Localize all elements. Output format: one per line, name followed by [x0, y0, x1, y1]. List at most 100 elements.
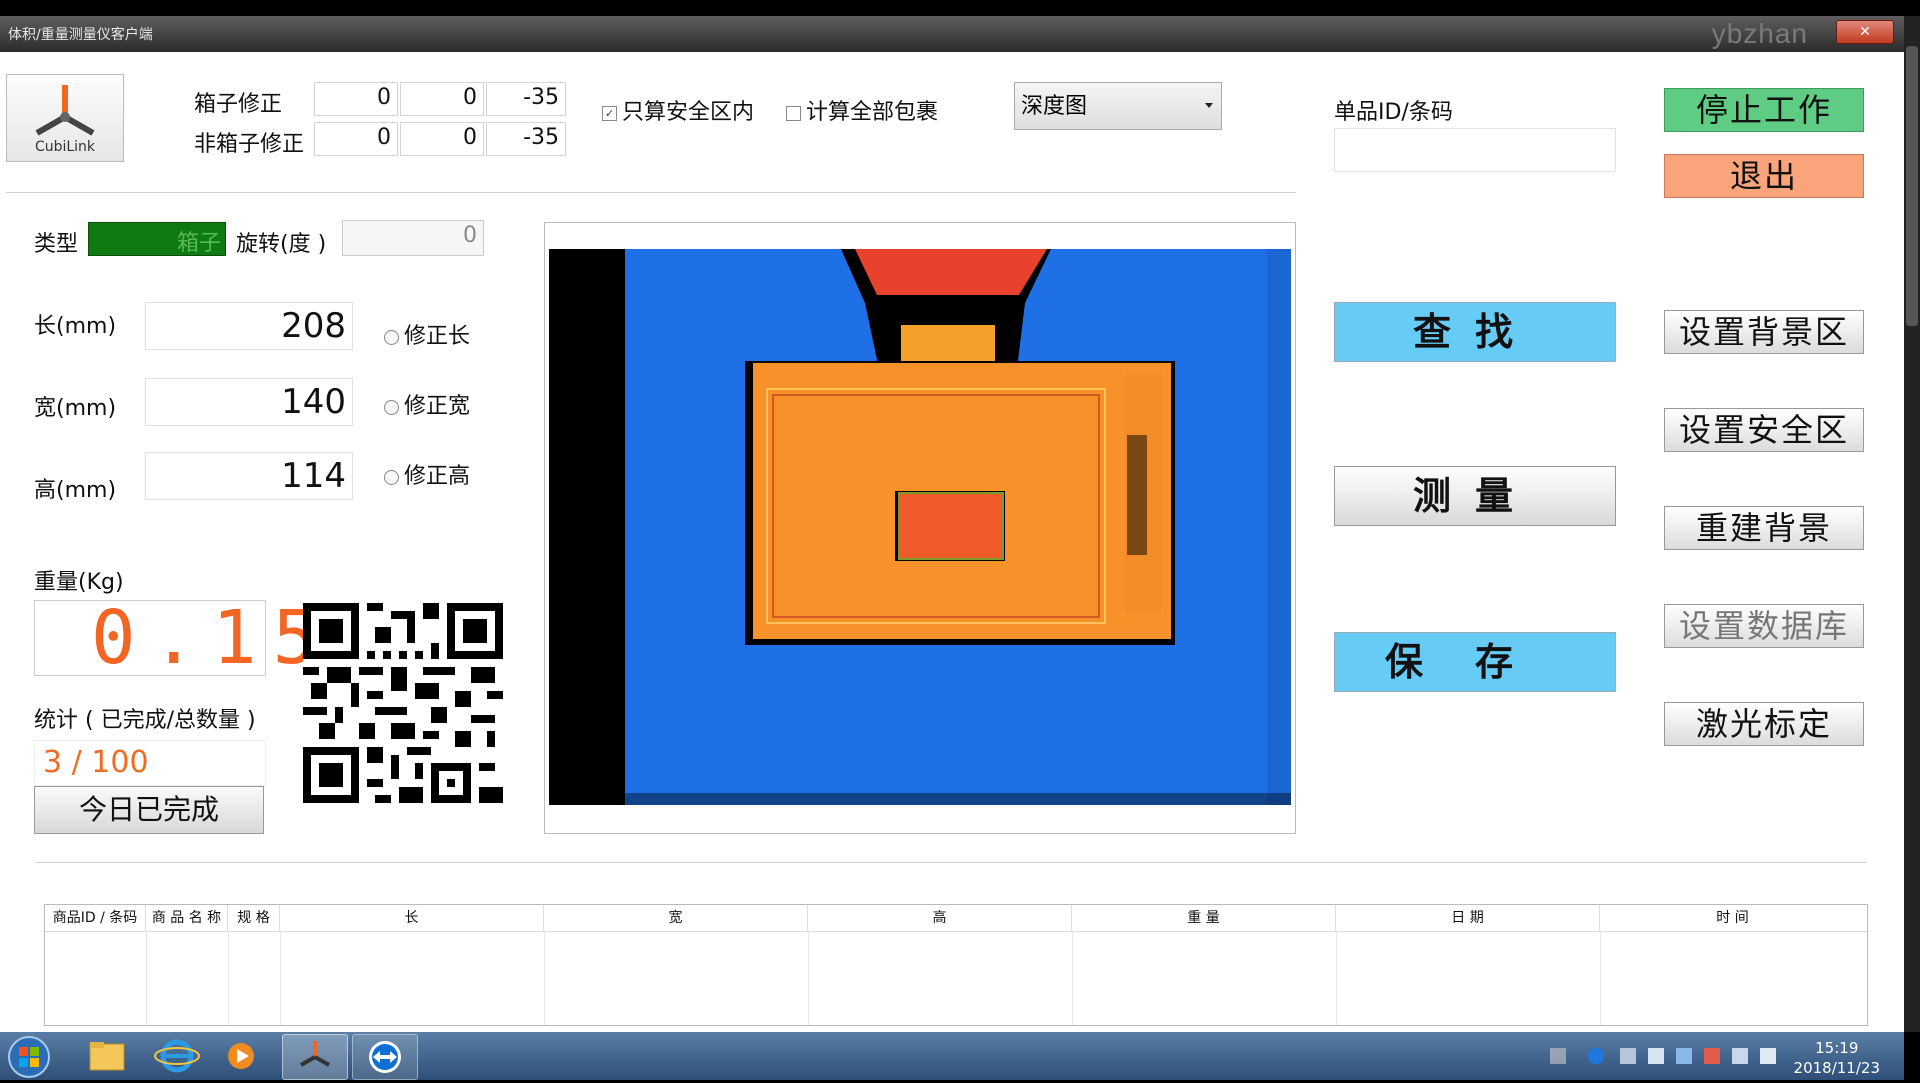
tools-icon[interactable] — [1620, 1048, 1636, 1064]
depth-image-panel — [544, 222, 1296, 834]
weight-value: 0.15 — [91, 595, 334, 681]
fix-width-radio[interactable]: 修正宽 — [384, 388, 470, 420]
set-background-button[interactable]: 设置背景区 — [1664, 310, 1864, 354]
all-packages-checkbox[interactable]: 计算全部包裹 — [786, 94, 938, 126]
find-button[interactable]: 查找 — [1334, 302, 1616, 362]
checkbox-checked-icon: ✓ — [602, 105, 617, 121]
speaker-icon[interactable] — [1648, 1048, 1664, 1064]
box-correction-y[interactable]: 0 — [400, 82, 484, 116]
type-badge: 箱子 — [88, 222, 226, 256]
fix-length-label: 修正长 — [404, 324, 471, 349]
stop-work-button[interactable]: 停止工作 — [1664, 88, 1864, 132]
column-header[interactable]: 日 期 — [1336, 905, 1600, 931]
column-header[interactable]: 商 品 名 称 — [146, 905, 228, 931]
item-id-label: 单品ID/条码 — [1334, 100, 1453, 125]
stats-value: 3 / 100 — [43, 745, 149, 780]
cubilink-logo-button[interactable]: CubiLink — [6, 74, 124, 162]
radio-icon — [384, 329, 399, 345]
teamviewer-icon[interactable] — [1588, 1048, 1604, 1064]
save-button[interactable]: 保存 — [1334, 632, 1616, 692]
radio-icon — [384, 399, 399, 415]
close-button[interactable]: ✕ — [1836, 20, 1894, 44]
column-header[interactable]: 长 — [280, 905, 544, 931]
rebuild-background-button[interactable]: 重建背景 — [1664, 506, 1864, 550]
column-divider — [1336, 931, 1337, 1025]
weight-display: 0.15 — [34, 595, 317, 681]
measure-button[interactable]: 测量 — [1334, 466, 1616, 526]
column-divider — [228, 931, 229, 1025]
fix-height-label: 修正高 — [404, 464, 471, 489]
column-header[interactable]: 高 — [808, 905, 1072, 931]
width-field[interactable]: 140 — [145, 378, 353, 426]
height-label: 高(mm) — [34, 478, 117, 503]
all-packages-label: 计算全部包裹 — [806, 100, 939, 125]
watermark: ybzhan — [1711, 18, 1808, 49]
taskbar-app-cubilink[interactable] — [282, 1034, 348, 1080]
monitor-icon[interactable] — [1676, 1048, 1692, 1064]
nonbox-correction-z[interactable]: -35 — [486, 122, 566, 156]
cubilink-logo-icon — [300, 1041, 330, 1067]
logo-label: CubiLink — [34, 139, 96, 155]
view-mode-select[interactable]: 深度图 — [1014, 82, 1222, 130]
view-mode-value: 深度图 — [1021, 94, 1088, 119]
column-divider — [1072, 931, 1073, 1025]
column-divider — [146, 931, 147, 1025]
safe-zone-only-label: 只算安全区内 — [622, 100, 755, 125]
safe-zone-only-checkbox[interactable]: ✓ 只算安全区内 — [602, 94, 754, 126]
fix-width-label: 修正宽 — [404, 394, 471, 419]
box-correction-x[interactable]: 0 — [314, 82, 398, 116]
set-database-button[interactable]: 设置数据库 — [1664, 604, 1864, 648]
column-header[interactable]: 重 量 — [1072, 905, 1336, 931]
height-field[interactable]: 114 — [145, 452, 353, 500]
volume-icon[interactable] — [1760, 1048, 1776, 1064]
length-field[interactable]: 208 — [145, 302, 353, 350]
item-id-input[interactable] — [1334, 128, 1616, 172]
ie-icon[interactable] — [150, 1036, 204, 1076]
system-clock[interactable]: 15:19 2018/11/23 — [1794, 1038, 1880, 1078]
network-icon[interactable] — [1732, 1048, 1748, 1064]
qr-code-icon — [303, 603, 503, 803]
column-header[interactable]: 宽 — [544, 905, 808, 931]
divider — [6, 192, 1296, 193]
stats-display: 3 / 100 — [34, 740, 266, 786]
depth-image[interactable] — [549, 249, 1291, 805]
type-label: 类型 — [34, 232, 79, 257]
checkbox-unchecked-icon — [786, 105, 801, 121]
clock-date: 2018/11/23 — [1793, 1059, 1880, 1077]
window-title: 体积/重量测量仪客户端 — [8, 27, 153, 43]
box-correction-z[interactable]: -35 — [486, 82, 566, 116]
today-completed-button[interactable]: 今日已完成 — [34, 786, 264, 834]
flag-icon[interactable] — [1704, 1048, 1720, 1064]
folder-icon[interactable] — [80, 1036, 134, 1076]
column-header[interactable]: 规 格 — [228, 905, 280, 931]
stats-label: 统计 ( 已完成/总数量 ) — [34, 708, 256, 733]
chevron-down-icon — [1205, 103, 1213, 108]
records-table: 商品ID / 条码 商 品 名 称 规 格 长 宽 高 重 量 日 期 时 间 — [44, 904, 1868, 1026]
column-divider — [280, 931, 281, 1025]
column-header[interactable]: 时 间 — [1600, 905, 1865, 931]
keyboard-icon[interactable] — [1550, 1048, 1566, 1064]
laser-calibration-button[interactable]: 激光标定 — [1664, 702, 1864, 746]
app-window: 体积/重量测量仪客户端 ybzhan ✕ CubiLink 箱子修正 0 0 -… — [0, 16, 1904, 1032]
scroll-thumb[interactable] — [1906, 46, 1918, 326]
column-header[interactable]: 商品ID / 条码 — [45, 905, 146, 931]
media-player-icon[interactable] — [214, 1036, 268, 1076]
nonbox-correction-y[interactable]: 0 — [400, 122, 484, 156]
fix-length-radio[interactable]: 修正长 — [384, 318, 470, 350]
divider — [36, 862, 1866, 863]
taskbar: 15:19 2018/11/23 — [0, 1032, 1904, 1080]
windows-start-icon[interactable] — [6, 1034, 52, 1080]
nonbox-correction-x[interactable]: 0 — [314, 122, 398, 156]
taskbar-app-teamviewer[interactable] — [352, 1034, 418, 1080]
column-divider — [544, 931, 545, 1025]
exit-button[interactable]: 退出 — [1664, 154, 1864, 198]
length-label: 长(mm) — [34, 314, 117, 339]
box-correction-label: 箱子修正 — [194, 92, 283, 117]
rotation-field[interactable]: 0 — [342, 220, 484, 256]
set-safe-zone-button[interactable]: 设置安全区 — [1664, 408, 1864, 452]
column-divider — [1600, 931, 1601, 1025]
width-label: 宽(mm) — [34, 396, 117, 421]
teamviewer-icon — [369, 1041, 401, 1073]
fix-height-radio[interactable]: 修正高 — [384, 458, 470, 490]
window-scrollbar[interactable] — [1904, 16, 1920, 1032]
